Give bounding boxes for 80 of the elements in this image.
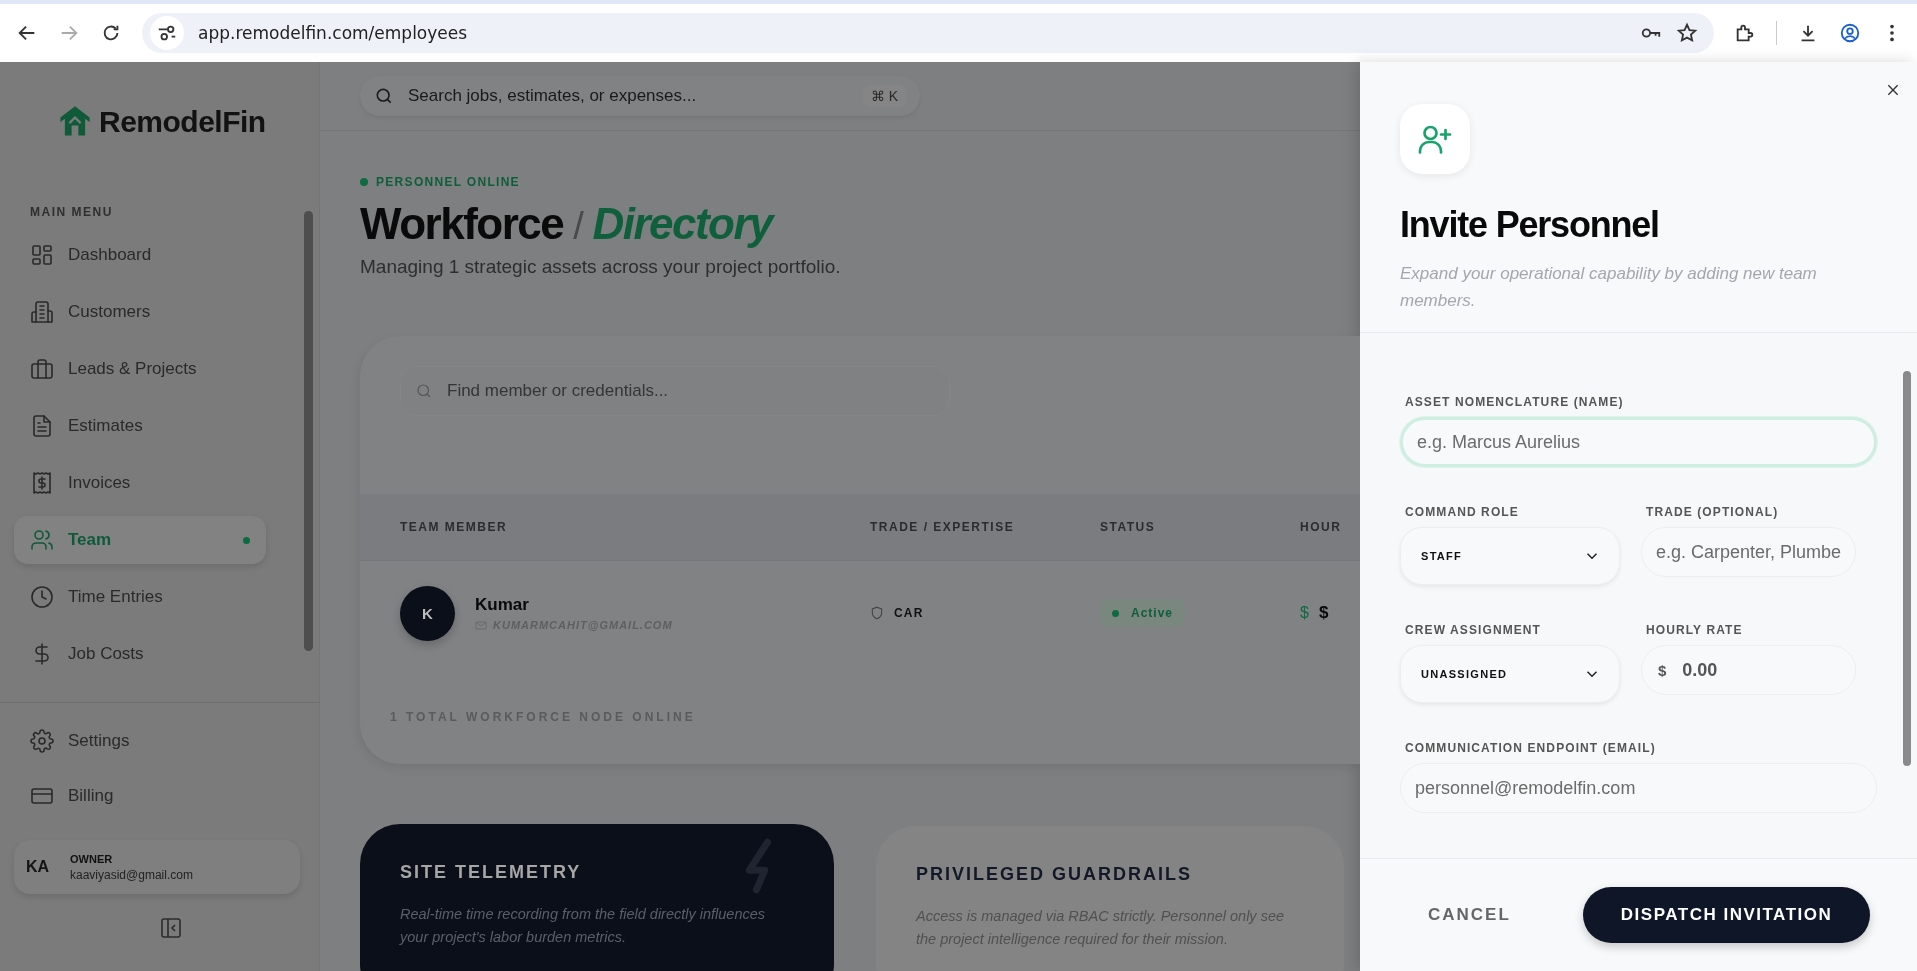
status-dot-icon [360, 178, 368, 186]
dollar-sign: $ [1300, 604, 1309, 623]
star-icon[interactable] [1676, 22, 1698, 44]
nav-item[interactable]: Team [14, 516, 266, 564]
title-separator: / [573, 205, 583, 249]
column-header: HOUR [1300, 519, 1343, 534]
section-label: MAIN MENU [29, 205, 114, 221]
nav-item[interactable]: Billing [14, 772, 266, 820]
shield-icon [870, 606, 884, 621]
rate-input[interactable]: 0.00 [1680, 658, 1805, 682]
add-user-icon [1400, 104, 1470, 174]
input-field[interactable]: e.g. Carpenter, Plumbe [1641, 527, 1856, 578]
close-icon[interactable] [1885, 82, 1901, 98]
user-card[interactable]: KA OWNER kaaviyasid@gmail.com [14, 840, 300, 894]
url-text: app.remodelfin.com/employees [198, 23, 468, 43]
nav-item[interactable]: Dashboard [14, 231, 266, 279]
field-label: TRADE (OPTIONAL) [1645, 505, 1780, 520]
page-title-accent: Directory [592, 199, 773, 250]
nav-item[interactable]: Invoices [14, 459, 266, 507]
member-avatar: K [400, 585, 455, 641]
nav-item[interactable]: Job Costs [14, 630, 266, 678]
clock-icon [30, 585, 54, 609]
nav-item[interactable]: Time Entries [14, 573, 266, 621]
field-label: COMMAND ROLE [1404, 505, 1520, 520]
mail-icon [475, 620, 487, 630]
field-label: HOURLY RATE [1645, 623, 1744, 638]
document-icon [30, 414, 54, 438]
card-title: PRIVILEGED GUARDRAILS [916, 863, 1193, 885]
drawer-title: Invite Personnel [1400, 204, 1660, 246]
address-bar[interactable]: app.remodelfin.com/employees [142, 13, 1714, 53]
field-label: COMMUNICATION ENDPOINT (EMAIL) [1404, 741, 1657, 756]
user-initials: KA [26, 858, 51, 876]
search-field[interactable]: Search jobs, estimates, or expenses... ⌘ K [360, 76, 920, 116]
dashboard-grid-icon [30, 243, 54, 267]
column-header: TRADE / EXPERTISE [870, 519, 1016, 534]
search-icon [415, 381, 433, 400]
nav-item[interactable]: Settings [14, 717, 266, 765]
cancel-button[interactable]: CANCEL [1400, 895, 1539, 935]
nav-item[interactable]: Estimates [14, 402, 266, 450]
nav-item[interactable]: Customers [14, 288, 266, 336]
page-title: Workforce [360, 199, 564, 250]
collapse-sidebar-icon[interactable] [159, 916, 183, 940]
trade-text: CAR [894, 606, 924, 621]
column-header: STATUS [1100, 519, 1157, 534]
dropdown[interactable]: UNASSIGNED [1400, 645, 1620, 704]
hourly-rate: $ [1318, 603, 1329, 624]
status-label: PERSONNEL ONLINE [376, 175, 520, 189]
active-dot-icon [243, 536, 250, 544]
card-text: Real-time time recording from the field directly influences your project's labor burden metrics. [400, 904, 767, 947]
hourly-rate-field[interactable]: $ 0.00 [1641, 645, 1856, 696]
field-label: ASSET NOMENCLATURE (NAME) [1404, 395, 1625, 410]
shortcut-hint: ⌘ K [862, 85, 906, 107]
drawer-subtitle: Expand your operational capability by adding new team members. [1400, 263, 1818, 313]
user-email: kaaviyasid@gmail.com [70, 867, 193, 882]
member-search-input[interactable]: Find member or credentials... [445, 379, 935, 402]
member-name: Kumar [475, 595, 530, 616]
dropdown[interactable]: STAFF [1400, 527, 1620, 586]
dispatch-invitation-button[interactable]: DISPATCH INVITATION [1582, 887, 1871, 943]
input-field[interactable]: e.g. Marcus Aurelius [1400, 417, 1877, 468]
profile-icon[interactable] [1839, 22, 1861, 44]
search-input[interactable]: Search jobs, estimates, or expenses... [406, 85, 851, 107]
settings-icon [30, 729, 54, 753]
building-icon [30, 300, 54, 324]
column-header: TEAM MEMBER [400, 519, 509, 534]
nav-item[interactable]: Leads & Projects [14, 345, 266, 393]
status-badge: Active [1100, 599, 1186, 628]
member-search-field[interactable]: Find member or credentials... [400, 365, 950, 416]
people-icon [30, 528, 54, 552]
search-icon [374, 86, 394, 106]
user-role: OWNER [70, 852, 114, 865]
receipt-icon [30, 471, 54, 495]
puzzle-piece-icon[interactable] [1734, 22, 1756, 44]
card-title: SITE TELEMETRY [400, 861, 582, 883]
input-field[interactable]: personnel@remodelfin.com [1400, 763, 1877, 814]
currency-prefix: $ [1658, 661, 1667, 679]
page-subtitle: Managing 1 strategic assets across your project portfolio. [360, 255, 842, 278]
brand-name: RemodelFin [99, 105, 266, 139]
field-label: CREW ASSIGNMENT [1404, 623, 1543, 638]
briefcase-icon [30, 357, 54, 381]
site-settings-icon[interactable] [150, 16, 184, 50]
